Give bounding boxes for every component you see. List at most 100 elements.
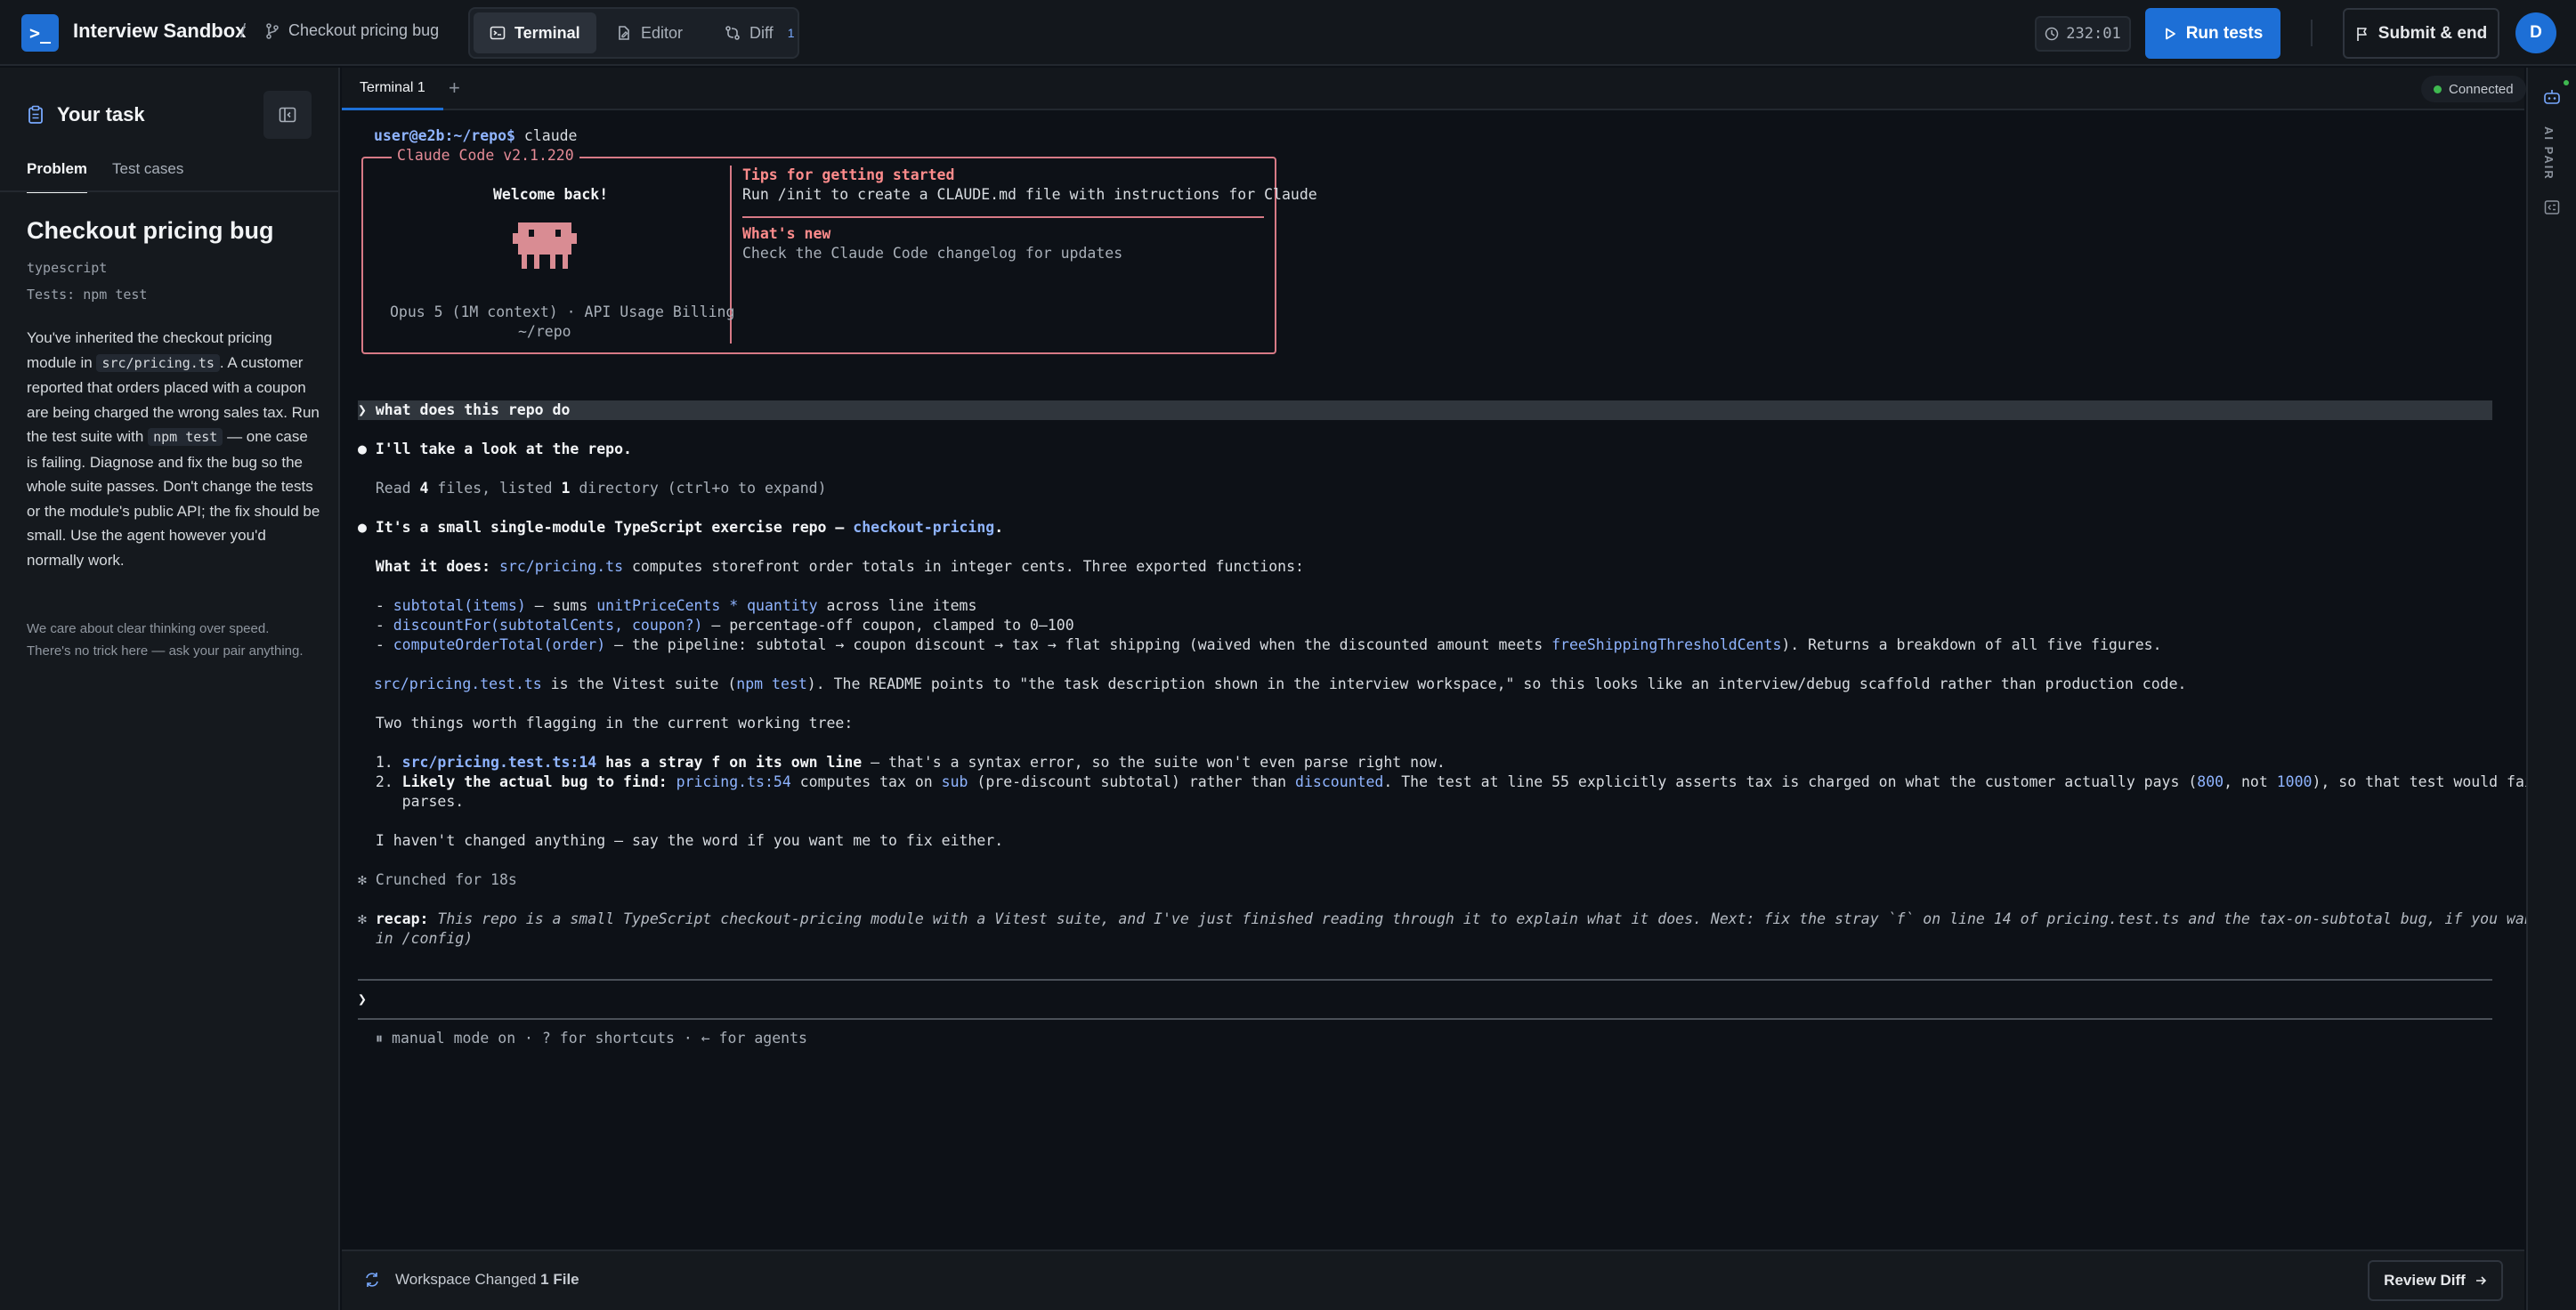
tests-command: Tests: npm test	[27, 287, 148, 303]
tips-text: Run /init to create a CLAUDE.md file wit…	[742, 186, 1317, 203]
text: 2.	[358, 773, 402, 790]
panel-toggle-button[interactable]	[2540, 196, 2564, 219]
desc-code-file: src/pricing.ts	[96, 353, 220, 372]
text: Likely the actual bug to find:	[401, 773, 676, 790]
submit-label: Submit & end	[2378, 23, 2488, 43]
workspace-bar: Workspace Changed 1 File Review Diff	[342, 1249, 2524, 1310]
text: discountFor(subtotalCents, coupon?)	[393, 617, 703, 634]
tab-diff[interactable]: Diff 1	[709, 12, 810, 53]
tab-problem[interactable]: Problem	[27, 160, 88, 193]
tips-divider	[742, 216, 1264, 218]
clipboard-icon	[28, 105, 43, 124]
shell-command: claude	[514, 127, 578, 144]
breadcrumb[interactable]: Checkout pricing bug	[265, 21, 439, 40]
flag-intro: Two things worth flagging in the current…	[358, 715, 854, 732]
user-message: ❯ what does this repo do	[358, 401, 571, 418]
sparkle-icon: ✻	[358, 910, 376, 927]
file-edit-icon	[619, 26, 629, 40]
working-directory: ~/repo	[518, 323, 571, 340]
add-terminal-button[interactable]: +	[449, 77, 460, 100]
text: .	[994, 519, 1004, 536]
terminal-tabs: Terminal 1 + Connected	[342, 68, 2526, 110]
text: — the pipeline: subtotal → coupon discou…	[605, 636, 1552, 653]
text: freeShippingThresholdCents	[1551, 636, 1782, 653]
sidebar-collapse-icon	[279, 107, 296, 123]
text: unitPriceCents * quantity	[596, 597, 818, 614]
terminal-output[interactable]: user@e2b:~/repo$ claude Claude Code v2.1…	[342, 112, 2576, 1249]
text: sub	[941, 773, 968, 790]
text: ). The README points to "the task descri…	[806, 675, 2187, 692]
tab-test-cases[interactable]: Test cases	[112, 160, 183, 193]
recap-line-wrap: in /config)	[358, 930, 474, 947]
workspace-changed: Workspace Changed 1 File	[363, 1271, 579, 1289]
text: Workspace Changed	[395, 1271, 541, 1288]
text: directory (ctrl+o to expand)	[570, 480, 827, 497]
text: (pre-discount subtotal) rather than	[968, 773, 1296, 790]
issue-item-wrap: parses.	[358, 793, 465, 810]
welcome-text: Welcome back!	[493, 186, 609, 203]
text: -	[358, 636, 393, 653]
main-tabs: Terminal Editor Diff 1	[468, 7, 799, 59]
text: across line items	[817, 597, 977, 614]
tab-label: Editor	[641, 23, 684, 42]
shell-prompt-line: user@e2b:~/repo$ claude	[374, 126, 578, 146]
text: has a stray f on its own line	[596, 754, 863, 771]
mode-status: ⏸ manual mode on · ? for shortcuts · ← f…	[358, 1030, 807, 1047]
text: — that's a syntax error, so the suite wo…	[862, 754, 1446, 771]
input-prompt[interactable]: ❯	[358, 990, 367, 1009]
tool-read-summary: Read 4 files, listed 1 directory (ctrl+o…	[358, 479, 827, 498]
tab-label: Terminal	[514, 23, 580, 42]
text: — percentage-off coupon, clamped to 0–10…	[702, 617, 1074, 634]
issue-item: 2. Likely the actual bug to find: pricin…	[358, 772, 2576, 792]
git-branch-icon	[266, 22, 279, 39]
panel-icon	[2544, 200, 2560, 214]
run-tests-label: Run tests	[2185, 23, 2264, 43]
function-item: - subtotal(items) — sums unitPriceCents …	[358, 596, 977, 616]
workspace-changed-text: Workspace Changed 1 File	[395, 1271, 579, 1289]
sync-changes-icon	[366, 1273, 378, 1287]
breadcrumb-label: Checkout pricing bug	[288, 21, 440, 39]
crunched-status: ✻ Crunched for 18s	[358, 871, 517, 888]
git-diff-icon	[725, 26, 740, 40]
text: pricing.ts:54	[676, 773, 791, 790]
claude-mascot-icon	[513, 222, 577, 269]
text: discounted	[1295, 773, 1384, 790]
tab-terminal[interactable]: Terminal	[474, 12, 596, 53]
function-item: - computeOrderTotal(order) — the pipelin…	[358, 635, 2162, 655]
avatar[interactable]: D	[2515, 12, 2556, 53]
recap-line: ✻ recap: This repo is a small TypeScript…	[358, 910, 2576, 929]
review-diff-button[interactable]: Review Diff	[2368, 1260, 2503, 1301]
text: Read	[358, 480, 420, 497]
tab-label: Diff	[749, 23, 774, 42]
text: 1	[561, 480, 571, 497]
text: is the Vitest suite (	[541, 675, 737, 692]
text: subtotal(items)	[393, 597, 526, 614]
bot-icon	[2544, 90, 2560, 104]
text: 800	[2197, 773, 2224, 790]
text: What it does:	[358, 558, 499, 575]
submit-end-button[interactable]: Submit & end	[2343, 8, 2499, 59]
text: ● It's a small single-module TypeScript …	[358, 519, 854, 536]
connection-status-badge: Connected	[2421, 76, 2526, 102]
text: src/pricing.ts	[498, 558, 624, 575]
user-message-highlight	[358, 400, 2492, 420]
text: computes storefront order totals in inte…	[623, 558, 1304, 575]
run-tests-button[interactable]: Run tests	[2145, 8, 2280, 59]
arrow-right-icon	[2475, 1276, 2486, 1285]
task-note: We care about clear thinking over speed.…	[27, 621, 304, 659]
terminal-icon	[490, 26, 506, 40]
collapse-sidebar-button[interactable]	[263, 91, 312, 139]
diff-count-badge: 1	[787, 26, 795, 40]
text: 1.	[358, 754, 402, 771]
status-dot-icon	[2434, 85, 2442, 93]
ai-pair-toggle[interactable]	[2540, 85, 2564, 109]
closing-line: I haven't changed anything — say the wor…	[358, 832, 1004, 849]
prompt-user: user@e2b:~/repo$	[374, 127, 515, 144]
text: computes tax on	[790, 773, 942, 790]
tab-terminal-1[interactable]: Terminal 1	[342, 68, 443, 110]
text: -	[358, 617, 393, 634]
assistant-reply-line: ● I'll take a look at the repo.	[358, 441, 632, 457]
issue-item: 1. src/pricing.test.ts:14 has a stray f …	[358, 753, 1446, 772]
tab-editor[interactable]: Editor	[600, 12, 699, 53]
review-diff-label: Review Diff	[2384, 1272, 2466, 1289]
